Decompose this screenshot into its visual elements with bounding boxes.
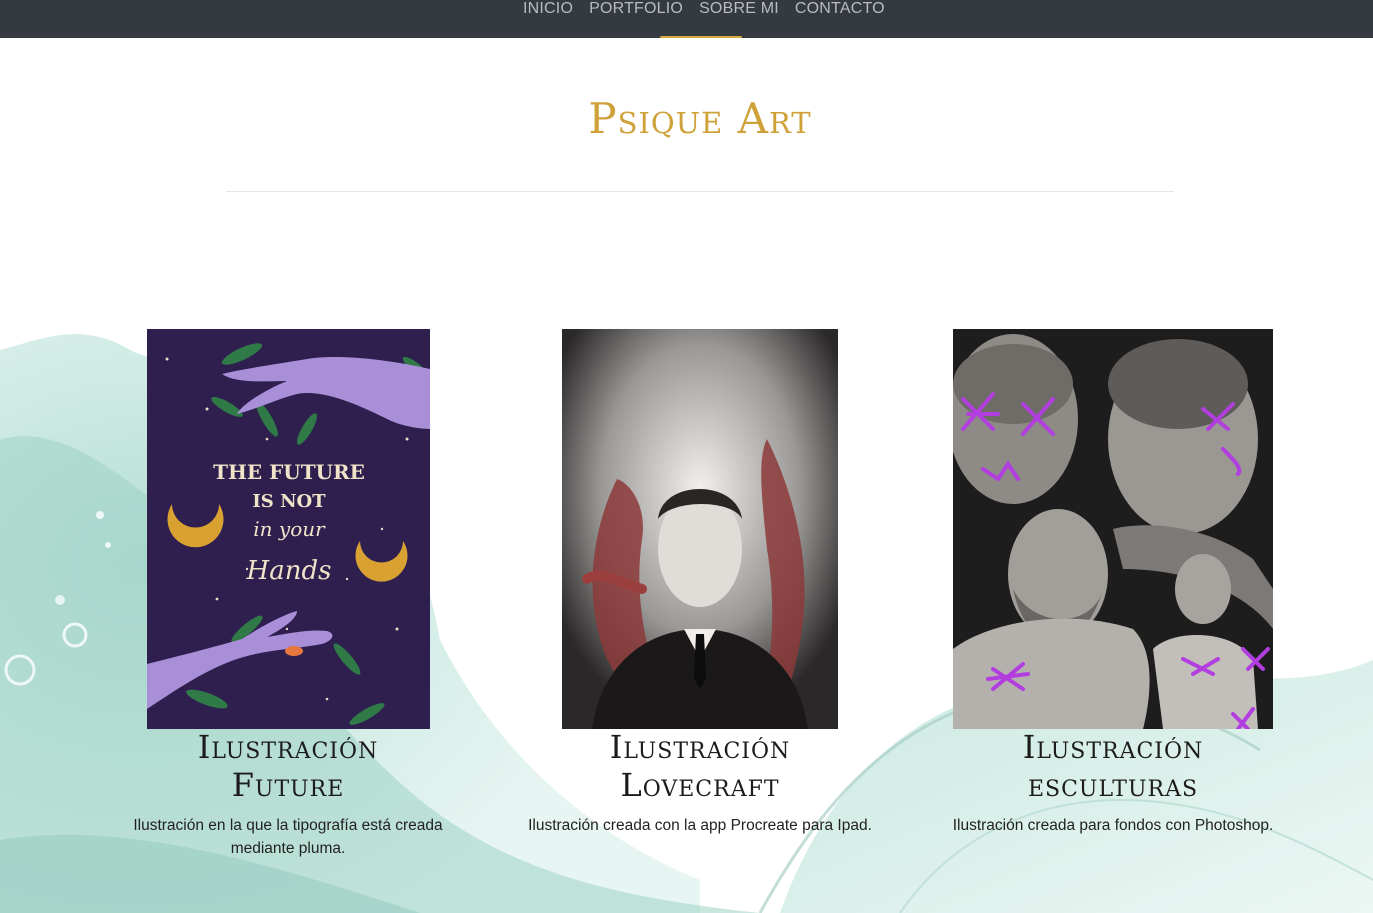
lovecraft-illustration-image[interactable] — [562, 329, 838, 729]
nav-menu: INICIO PORTFOLIO SOBRE MI CONTACTO — [515, 0, 893, 20]
header-divider — [226, 191, 1174, 192]
svg-text:Hands: Hands — [246, 556, 332, 586]
card-title-line2: Future — [231, 766, 345, 804]
active-nav-indicator — [660, 36, 742, 38]
sculptures-illustration-image[interactable] — [953, 329, 1273, 729]
svg-text:in your: in your — [253, 517, 326, 541]
page-title: Psique Art — [588, 94, 812, 143]
card-description: Ilustración creada para fondos con Photo… — [952, 817, 1274, 834]
card-title[interactable]: Ilustración Future — [113, 728, 463, 804]
card-title-line1: Ilustración — [609, 728, 791, 766]
svg-text:IS NOT: IS NOT — [252, 491, 326, 512]
card-lovecraft: Ilustración Lovecraft Ilustración creada… — [500, 728, 900, 837]
card-title-line2: Lovecraft — [620, 766, 780, 804]
card-title-line1: Ilustración — [1022, 728, 1204, 766]
card-esculturas: Ilustración esculturas Ilustración cread… — [913, 728, 1313, 837]
nav-link-inicio[interactable]: INICIO — [515, 0, 581, 20]
card-description: Ilustración creada con la app Procreate … — [528, 817, 872, 834]
card-title-line1: Ilustración — [197, 728, 379, 766]
card-future: Ilustración Future Ilustración en la que… — [113, 728, 463, 860]
card-title[interactable]: Ilustración Lovecraft — [500, 728, 900, 804]
nav-link-sobre-mi[interactable]: SOBRE MI — [691, 0, 787, 20]
nav-link-contacto[interactable]: CONTACTO — [787, 0, 893, 20]
nav-link-portfolio[interactable]: PORTFOLIO — [581, 0, 691, 20]
card-title-line2: esculturas — [1027, 766, 1199, 804]
future-illustration-image[interactable]: THE FUTURE IS NOT in your Hands — [147, 329, 430, 729]
top-navbar: INICIO PORTFOLIO SOBRE MI CONTACTO — [0, 0, 1373, 38]
card-title[interactable]: Ilustración esculturas — [913, 728, 1313, 804]
svg-text:THE FUTURE: THE FUTURE — [213, 460, 365, 484]
card-description: Ilustración en la que la tipografía está… — [133, 817, 443, 857]
